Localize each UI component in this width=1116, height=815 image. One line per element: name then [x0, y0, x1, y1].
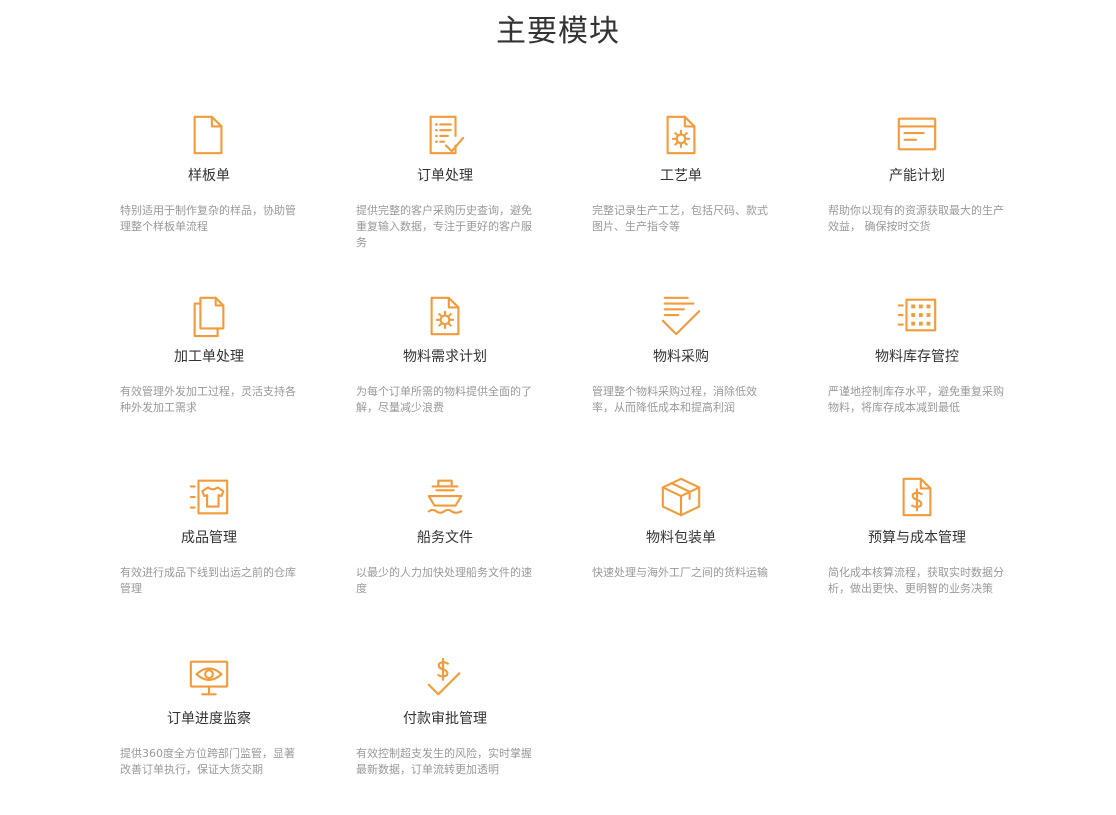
module-card[interactable]: 样板单特别适用于制作复杂的样品，协助管理整个样板单流程	[120, 112, 310, 272]
module-grid: 样板单 特别适用于制作复杂的样品，协助管理整个样板单流程 订单处理 提供完整的客户采购…	[0, 0, 1116, 811]
module-title: 工艺单	[660, 168, 702, 184]
dollar-check-icon	[423, 655, 467, 701]
module-title: 产能计划	[889, 168, 945, 184]
module-title: 预算与成本管理	[868, 530, 966, 546]
module-card[interactable]: 成品管理有效进行成品下线到出运之前的仓库管理	[120, 474, 310, 634]
module-card[interactable]: 加工单处理有效管理外发加工过程，灵活支持各种外发加工需求	[120, 293, 310, 453]
module-description: 有效管理外发加工过程，灵活支持各种外发加工需求	[120, 385, 296, 414]
module-description: 帮助你以现有的资源获取最大的生产效益， 确保按时交货	[828, 204, 1004, 233]
module-title: 船务文件	[417, 530, 473, 546]
module-card[interactable]: 预算与成本管理简化成本核算流程，获取实时数据分析，做出更快、更明智的业务决策	[828, 474, 1018, 634]
module-title: 付款审批管理	[403, 711, 487, 727]
module-description: 特别适用于制作复杂的样品，协助管理整个样板单流程	[120, 204, 296, 233]
document-dollar-icon	[895, 474, 939, 520]
module-description: 以最少的人力加快处理船务文件的速度	[356, 566, 532, 595]
module-card[interactable]: 物料采购管理整个物料采购过程，消除低效率，从而降低成本和提高利润	[592, 293, 782, 453]
warehouse-grid-icon	[895, 293, 939, 339]
monitor-eye-icon	[187, 655, 231, 701]
list-check-icon	[659, 293, 703, 339]
module-description: 严谨地控制库存水平，避免重复采购物料，将库存成本减到最低	[828, 385, 1004, 414]
module-card[interactable]: 物料包装单快速处理与海外工厂之间的货料运输	[592, 474, 782, 634]
documents-stack-icon	[187, 293, 231, 339]
module-description: 完整记录生产工艺，包括尺码、款式图片、生产指令等	[592, 204, 768, 233]
module-title: 订单进度监察	[167, 711, 251, 727]
module-description: 有效控制超支发生的风险，实时掌握最新数据，订单流转更加透明	[356, 747, 532, 776]
package-box-icon	[659, 474, 703, 520]
module-card[interactable]: 船务文件以最少的人力加快处理船务文件的速度	[356, 474, 546, 634]
module-card[interactable]: 订单处理提供完整的客户采购历史查询，避免重复输入数据，专注于更好的客户服务	[356, 112, 546, 272]
module-description: 有效进行成品下线到出运之前的仓库管理	[120, 566, 296, 595]
module-title: 成品管理	[181, 530, 237, 546]
module-card[interactable]: 订单进度监察提供360度全方位跨部门监管，显著改善订单执行，保证大货交期	[120, 655, 310, 815]
module-title: 物料采购	[653, 349, 709, 365]
module-card[interactable]: 工艺单完整记录生产工艺，包括尺码、款式图片、生产指令等	[592, 112, 782, 272]
ship-icon	[423, 474, 467, 520]
module-card[interactable]: 物料需求计划为每个订单所需的物料提供全面的了解，尽量减少浪费	[356, 293, 546, 453]
module-title: 样板单	[188, 168, 230, 184]
checklist-icon	[423, 112, 467, 158]
module-card[interactable]: 产能计划帮助你以现有的资源获取最大的生产效益， 确保按时交货	[828, 112, 1018, 272]
tshirt-frame-icon	[187, 474, 231, 520]
module-title: 订单处理	[417, 168, 473, 184]
module-card[interactable]: 物料库存管控严谨地控制库存水平，避免重复采购物料，将库存成本减到最低	[828, 293, 1018, 453]
module-description: 为每个订单所需的物料提供全面的了解，尽量减少浪费	[356, 385, 532, 414]
module-description: 简化成本核算流程，获取实时数据分析，做出更快、更明智的业务决策	[828, 566, 1004, 595]
document-icon	[187, 112, 231, 158]
module-title: 物料需求计划	[403, 349, 487, 365]
module-description: 提供完整的客户采购历史查询，避免重复输入数据，专注于更好的客户服务	[356, 204, 532, 249]
module-title: 物料库存管控	[875, 349, 959, 365]
module-title: 物料包装单	[646, 530, 716, 546]
module-description: 提供360度全方位跨部门监管，显著改善订单执行，保证大货交期	[120, 747, 295, 776]
module-description: 管理整个物料采购过程，消除低效率，从而降低成本和提高利润	[592, 385, 757, 414]
browser-window-icon	[895, 112, 939, 158]
document-gear-icon	[423, 293, 467, 339]
module-title: 加工单处理	[174, 349, 244, 365]
module-description: 快速处理与海外工厂之间的货料运输	[592, 566, 768, 579]
document-gear-icon	[659, 112, 703, 158]
module-card[interactable]: 付款审批管理有效控制超支发生的风险，实时掌握最新数据，订单流转更加透明	[356, 655, 546, 815]
